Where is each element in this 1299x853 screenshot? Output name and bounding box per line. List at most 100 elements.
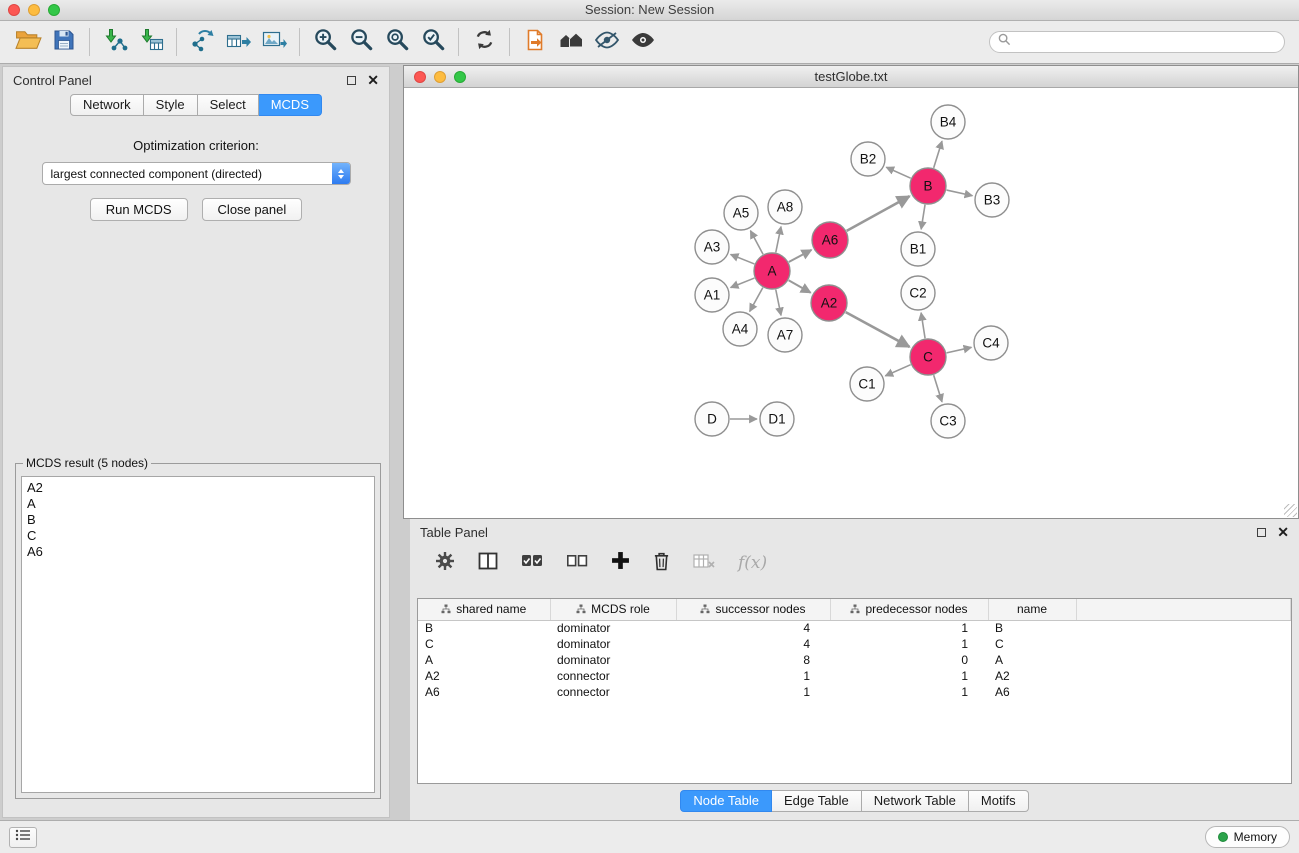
table-cell[interactable]: dominator xyxy=(550,636,676,652)
table-settings-button[interactable] xyxy=(435,551,455,576)
table-cell[interactable]: A2 xyxy=(988,668,1076,684)
table-cell[interactable]: A6 xyxy=(418,684,550,700)
resize-grip[interactable] xyxy=(1284,504,1297,517)
apply-layout-button[interactable] xyxy=(466,24,502,60)
network-edge-C-C4[interactable] xyxy=(947,347,972,353)
network-edge-A-A1[interactable] xyxy=(731,278,755,288)
deselect-all-columns-button[interactable] xyxy=(566,554,588,573)
run-mcds-button[interactable]: Run MCDS xyxy=(90,198,188,221)
mcds-result-item[interactable]: B xyxy=(27,512,369,528)
table-cell[interactable]: B xyxy=(988,620,1076,636)
mcds-result-item[interactable]: C xyxy=(27,528,369,544)
network-edge-A-A2[interactable] xyxy=(789,280,811,292)
import-table-button[interactable] xyxy=(133,24,169,60)
network-node-B[interactable]: B xyxy=(910,168,946,204)
table-cell[interactable]: connector xyxy=(550,684,676,700)
open-session-button[interactable] xyxy=(10,24,46,60)
mcds-result-item[interactable]: A xyxy=(27,496,369,512)
table-cell[interactable]: A6 xyxy=(988,684,1076,700)
table-cell[interactable]: 4 xyxy=(676,636,830,652)
column-header-mcds-role[interactable]: MCDS role xyxy=(550,599,676,620)
network-node-A8[interactable]: A8 xyxy=(768,190,802,224)
zoom-out-button[interactable] xyxy=(343,24,379,60)
table-row[interactable]: Bdominator41B xyxy=(418,620,1291,636)
table-cell[interactable]: 4 xyxy=(676,620,830,636)
task-history-button[interactable] xyxy=(9,827,37,848)
network-node-A1[interactable]: A1 xyxy=(695,278,729,312)
network-edge-A-A5[interactable] xyxy=(750,231,763,255)
column-header-name[interactable]: name xyxy=(988,599,1076,620)
network-edge-B-B4[interactable] xyxy=(934,141,942,168)
network-maximize-button[interactable] xyxy=(454,71,466,83)
show-columns-button[interactable] xyxy=(478,552,498,575)
hide-document-button[interactable] xyxy=(517,24,553,60)
table-cell[interactable]: B xyxy=(418,620,550,636)
table-cell[interactable]: A2 xyxy=(418,668,550,684)
export-image-button[interactable] xyxy=(256,24,292,60)
network-edge-B-B2[interactable] xyxy=(886,167,910,178)
network-edge-C-C2[interactable] xyxy=(921,313,925,338)
network-node-B4[interactable]: B4 xyxy=(931,105,965,139)
table-cell[interactable]: 1 xyxy=(830,668,988,684)
tab-motifs[interactable]: Motifs xyxy=(969,790,1029,812)
table-cell[interactable]: A xyxy=(418,652,550,668)
mcds-result-item[interactable]: A2 xyxy=(27,480,369,496)
network-node-D1[interactable]: D1 xyxy=(760,402,794,436)
table-cell[interactable]: dominator xyxy=(550,620,676,636)
table-row[interactable]: Adominator80A xyxy=(418,652,1291,668)
close-panel-icon[interactable]: ✕ xyxy=(367,75,379,85)
network-edge-B-B1[interactable] xyxy=(921,205,925,229)
network-edge-A-A8[interactable] xyxy=(776,227,781,253)
mcds-result-item[interactable]: A6 xyxy=(27,544,369,560)
network-node-C3[interactable]: C3 xyxy=(931,404,965,438)
network-minimize-button[interactable] xyxy=(434,71,446,83)
save-session-button[interactable] xyxy=(46,24,82,60)
network-edge-A2-C[interactable] xyxy=(846,312,910,347)
table-cell[interactable]: dominator xyxy=(550,652,676,668)
network-node-B2[interactable]: B2 xyxy=(851,142,885,176)
network-node-C1[interactable]: C1 xyxy=(850,367,884,401)
home-button[interactable] xyxy=(553,24,589,60)
close-panel-button[interactable]: Close panel xyxy=(202,198,303,221)
table-cell[interactable]: 1 xyxy=(830,620,988,636)
create-column-button[interactable] xyxy=(611,551,630,575)
table-cell[interactable]: connector xyxy=(550,668,676,684)
network-edge-A-A4[interactable] xyxy=(750,288,763,312)
table-cell[interactable]: 1 xyxy=(830,636,988,652)
tab-network-table[interactable]: Network Table xyxy=(862,790,969,812)
table-cell[interactable]: 0 xyxy=(830,652,988,668)
tab-style[interactable]: Style xyxy=(144,94,198,116)
delete-table-button[interactable] xyxy=(693,553,715,574)
optimization-criterion-select[interactable]: largest connected component (directed) xyxy=(42,162,351,185)
table-cell[interactable]: C xyxy=(418,636,550,652)
network-edge-C-C1[interactable] xyxy=(885,365,910,376)
network-node-A4[interactable]: A4 xyxy=(723,312,757,346)
memory-button[interactable]: Memory xyxy=(1205,826,1290,848)
zoom-fit-button[interactable] xyxy=(379,24,415,60)
zoom-in-button[interactable] xyxy=(307,24,343,60)
network-canvas[interactable]: B4B2BB3A8A5A6A3B1AC2A1A2A4A7C4CC1DD1C3 xyxy=(404,89,1298,518)
show-hide-panels-button[interactable] xyxy=(625,24,661,60)
tab-mcds[interactable]: MCDS xyxy=(259,94,322,116)
network-node-B1[interactable]: B1 xyxy=(901,232,935,266)
select-all-columns-button[interactable] xyxy=(521,554,543,573)
import-network-button[interactable] xyxy=(97,24,133,60)
column-header-successor-nodes[interactable]: successor nodes xyxy=(676,599,830,620)
network-node-D[interactable]: D xyxy=(695,402,729,436)
table-cell[interactable]: 1 xyxy=(676,684,830,700)
tab-select[interactable]: Select xyxy=(198,94,259,116)
search-input[interactable] xyxy=(1016,35,1276,49)
float-panel-icon[interactable] xyxy=(347,76,356,85)
function-builder-button[interactable]: f(x) xyxy=(738,553,767,573)
table-cell[interactable]: 1 xyxy=(676,668,830,684)
export-table-button[interactable] xyxy=(220,24,256,60)
close-panel-icon[interactable]: ✕ xyxy=(1277,527,1289,537)
table-row[interactable]: A2connector11A2 xyxy=(418,668,1291,684)
network-node-C[interactable]: C xyxy=(910,339,946,375)
network-node-C2[interactable]: C2 xyxy=(901,276,935,310)
network-node-A2[interactable]: A2 xyxy=(811,285,847,321)
network-edge-A-A6[interactable] xyxy=(789,250,812,262)
network-node-A7[interactable]: A7 xyxy=(768,318,802,352)
network-node-A6[interactable]: A6 xyxy=(812,222,848,258)
column-header-shared-name[interactable]: shared name xyxy=(418,599,550,620)
